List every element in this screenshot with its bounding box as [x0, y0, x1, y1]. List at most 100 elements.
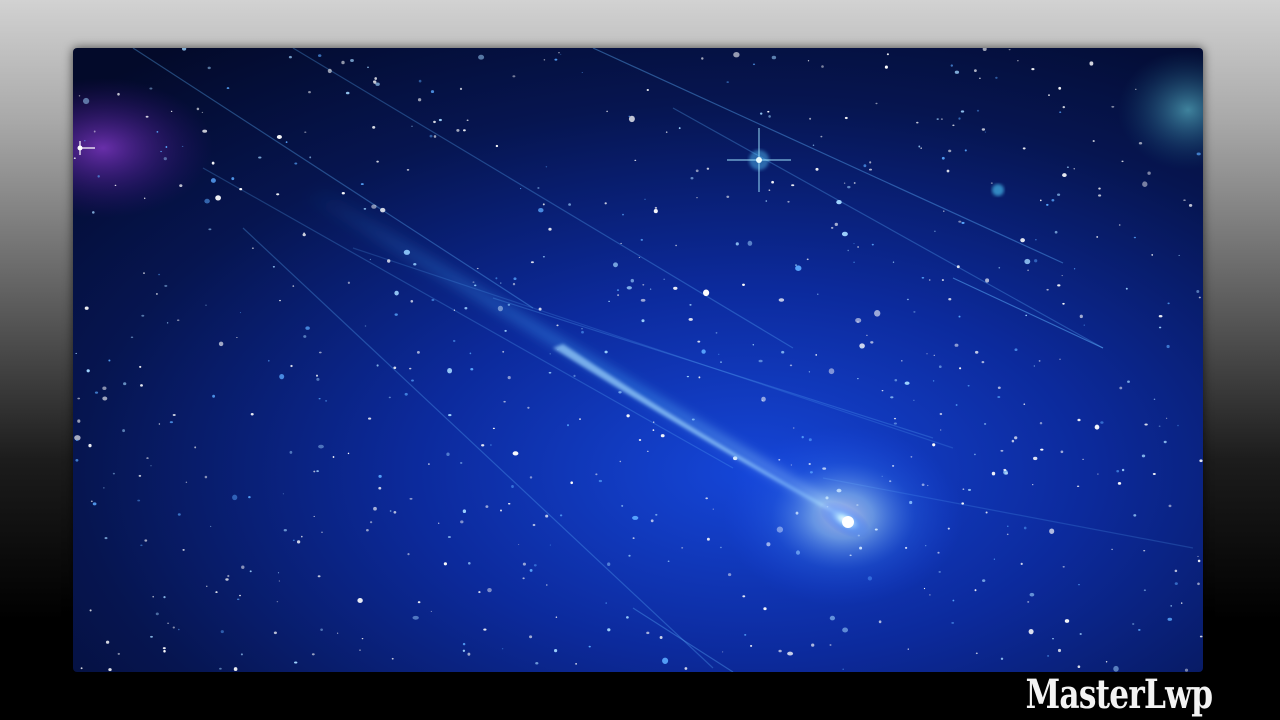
star: [1051, 198, 1055, 202]
star: [80, 667, 83, 670]
star: [278, 580, 281, 582]
star: [201, 111, 204, 113]
star: [460, 462, 463, 464]
star: [874, 309, 881, 317]
star: [630, 278, 634, 283]
star: [507, 503, 511, 505]
star: [433, 135, 437, 138]
star: [1151, 254, 1154, 256]
star: [900, 360, 903, 362]
star: [141, 314, 145, 317]
star: [364, 325, 367, 327]
star: [607, 628, 611, 632]
star: [967, 385, 970, 387]
star: [369, 521, 373, 524]
star: [92, 502, 97, 506]
star: [548, 371, 552, 374]
star: [360, 183, 364, 186]
star: [316, 470, 319, 473]
star: [411, 379, 414, 382]
star: [1098, 187, 1101, 190]
star: [948, 149, 952, 153]
star: [1168, 504, 1172, 508]
star: [939, 412, 943, 416]
star: [150, 635, 153, 638]
star: [211, 161, 215, 165]
star: [318, 351, 322, 354]
star: [144, 539, 148, 542]
star: [913, 399, 915, 401]
star: [781, 350, 785, 354]
star: [720, 361, 722, 363]
star: [452, 339, 456, 343]
star: [145, 115, 149, 118]
star: [616, 289, 620, 291]
star: [303, 335, 307, 338]
star: [1029, 592, 1035, 597]
star: [433, 120, 436, 124]
star: [97, 175, 100, 178]
star: [130, 336, 134, 339]
star: [163, 649, 166, 653]
star: [681, 547, 684, 549]
star: [646, 450, 649, 452]
star: [102, 386, 107, 390]
star: [555, 616, 558, 618]
star: [628, 554, 631, 557]
star: [347, 452, 350, 455]
star: [350, 58, 354, 63]
star: [438, 118, 442, 122]
star: [976, 109, 980, 112]
star: [470, 367, 474, 371]
star: [652, 429, 655, 432]
star: [573, 374, 576, 378]
star: [453, 309, 456, 311]
star: [146, 457, 149, 459]
star: [417, 98, 422, 102]
star: [361, 637, 364, 640]
star: [240, 653, 243, 656]
star: [1089, 61, 1094, 66]
star: [359, 649, 361, 651]
star: [881, 390, 884, 392]
star: [75, 439, 78, 441]
star: [108, 668, 112, 672]
star: [1121, 468, 1125, 472]
star: [951, 621, 955, 624]
star: [380, 207, 386, 213]
star: [847, 185, 851, 189]
star: [122, 429, 126, 433]
star: [817, 293, 819, 295]
star: [387, 259, 391, 263]
star: [462, 649, 466, 652]
star: [1000, 449, 1004, 452]
star: [232, 494, 238, 501]
star: [545, 166, 548, 168]
star: [655, 513, 658, 516]
star: [820, 135, 823, 138]
star: [311, 653, 315, 656]
star: [646, 631, 650, 635]
star: [460, 520, 464, 524]
star: [417, 601, 421, 604]
star: [617, 294, 620, 297]
star: [588, 645, 591, 648]
star: [409, 497, 413, 500]
star: [1163, 440, 1167, 444]
star: [94, 391, 99, 394]
star: [196, 107, 200, 111]
star: [581, 328, 583, 330]
star: [1138, 142, 1143, 145]
star: [795, 264, 797, 266]
star: [726, 81, 729, 84]
star: [984, 131, 987, 133]
star: [73, 157, 76, 159]
star: [93, 130, 96, 133]
star: [378, 474, 382, 478]
star: [92, 211, 95, 214]
star: [598, 479, 603, 483]
star: [139, 365, 142, 368]
star: [913, 311, 916, 313]
star: [185, 481, 188, 483]
star: [1094, 424, 1100, 430]
